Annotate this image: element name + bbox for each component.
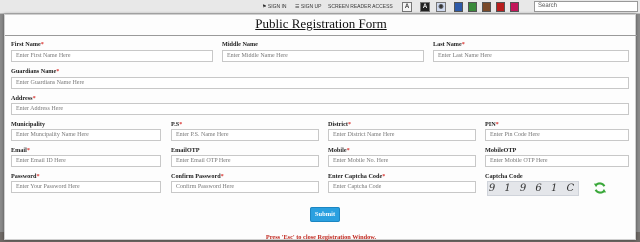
screen-reader-link[interactable]: SCREEN READER ACCESS (328, 4, 393, 10)
address-input[interactable] (11, 103, 629, 115)
first-name-label: First Name* (11, 41, 44, 48)
mobile-input[interactable] (328, 155, 476, 167)
submit-button[interactable]: Submit (310, 207, 340, 222)
title-divider (5, 35, 637, 36)
mobile-otp-input[interactable] (485, 155, 629, 167)
email-label: Email* (11, 147, 30, 154)
confirm-password-label: Confirm Password* (171, 173, 224, 180)
signup-link[interactable]: ☰ SIGN UP (295, 4, 321, 10)
captcha-input[interactable] (328, 181, 476, 193)
email-input[interactable] (11, 155, 161, 167)
confirm-password-input[interactable] (171, 181, 319, 193)
theme-swatch-brown[interactable] (482, 2, 491, 12)
guardian-name-label: Guardians Name* (11, 68, 60, 75)
signup-label: SIGN UP (300, 4, 322, 10)
district-input[interactable] (328, 129, 476, 141)
mobile-label: Mobile* (328, 147, 350, 154)
first-name-input[interactable] (11, 50, 213, 62)
ps-label: P.S* (171, 121, 183, 128)
last-name-label: Last Name* (433, 41, 465, 48)
middle-name-input[interactable] (222, 50, 424, 62)
pin-label: PIN* (485, 121, 499, 128)
mobile-otp-label: MobileOTP (485, 147, 517, 154)
municipality-input[interactable] (11, 129, 161, 141)
password-input[interactable] (11, 181, 161, 193)
top-utility-bar: ⚑ SIGN IN ☰ SIGN UP SCREEN READER ACCESS… (0, 0, 640, 14)
theme-swatch-red[interactable] (496, 2, 505, 12)
guardian-name-input[interactable] (11, 77, 629, 89)
captcha-code-label: Captcha Code (485, 173, 523, 180)
captcha-input-label: Enter Captcha Code* (328, 173, 386, 180)
contrast-icon[interactable]: A (420, 2, 430, 12)
email-otp-input[interactable] (171, 155, 319, 167)
form-title: Public Registration Form (255, 16, 387, 31)
theme-swatch-pink[interactable] (510, 2, 519, 12)
signin-label: SIGN IN (267, 4, 287, 10)
password-label: Password* (11, 173, 40, 180)
ps-input[interactable] (171, 129, 319, 141)
municipality-label: Municipality (11, 121, 46, 128)
email-otp-label: EmailOTP (171, 147, 200, 154)
accessibility-icon[interactable]: ◉ (436, 2, 446, 12)
last-name-input[interactable] (433, 50, 629, 62)
signin-link[interactable]: ⚑ SIGN IN (262, 4, 287, 10)
text-size-icon[interactable]: A (402, 2, 412, 12)
pin-input[interactable] (485, 129, 629, 141)
refresh-icon[interactable] (593, 181, 607, 195)
address-label: Address* (11, 95, 36, 102)
search-input[interactable]: Search (534, 1, 638, 12)
district-label: District* (328, 121, 352, 128)
registration-modal: Public Registration Form First Name* Mid… (4, 14, 637, 241)
captcha-image: 9 1 9 6 1 C (487, 181, 579, 196)
close-hint: Press 'Esc' to close Registration Window… (265, 234, 377, 241)
middle-name-label: Middle Name (222, 41, 258, 48)
theme-swatch-green[interactable] (468, 2, 477, 12)
theme-swatch-blue[interactable] (454, 2, 463, 12)
